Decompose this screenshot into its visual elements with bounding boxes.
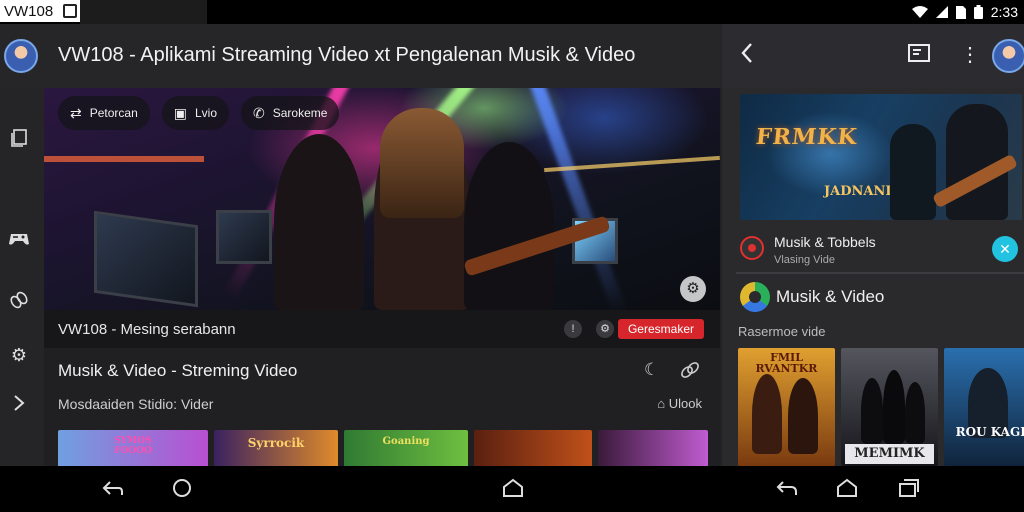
channel-subtitle: Vlasing Vide bbox=[774, 254, 835, 266]
thumbnail-title: SYMOS FOOOO bbox=[114, 436, 152, 456]
subscribe-button[interactable]: Geresmaker bbox=[617, 319, 704, 339]
performer-figure bbox=[274, 134, 364, 310]
side-rail: ⚙ bbox=[0, 88, 44, 466]
section-title: Musik & Video - Streming Video bbox=[58, 361, 298, 380]
right-panel-header: ⋮ bbox=[722, 24, 1024, 88]
bookmark-icon: ⌂ bbox=[657, 396, 666, 411]
recents-icon[interactable] bbox=[898, 478, 920, 503]
more-options-icon[interactable]: ⋮ bbox=[960, 42, 980, 67]
moon-icon[interactable]: ☾ bbox=[644, 360, 659, 380]
thumbnail-row: SYMOS FOOOO Syrrocik Goaning bbox=[58, 430, 708, 470]
laptop-image bbox=[94, 210, 198, 308]
category-row[interactable]: Musik & Video bbox=[722, 280, 1024, 320]
poster-card[interactable]: MEMIMK bbox=[841, 348, 938, 466]
gamepad-icon[interactable] bbox=[8, 228, 30, 250]
video-thumbnail[interactable]: Syrrocik bbox=[214, 430, 338, 470]
pill-label: Petorcan bbox=[89, 106, 138, 120]
back-rotate-icon[interactable] bbox=[776, 478, 798, 503]
status-bar-segment bbox=[80, 0, 207, 24]
status-app-indicator: VW108 bbox=[0, 0, 80, 22]
video-thumbnail[interactable]: Goaning bbox=[344, 430, 468, 470]
right-panel: ⋮ FRMKK JADNANIRE Musik & Tobbels Vlasin… bbox=[722, 24, 1024, 466]
pill-label: Sarokeme bbox=[272, 106, 328, 120]
hero-settings-icon[interactable]: ⚙ bbox=[680, 276, 706, 302]
pill-shuffle[interactable]: ⇄ Petorcan bbox=[58, 96, 150, 130]
hero-caption-bar: VW108 - Mesing serabann ! ⚙ Geresmaker bbox=[44, 310, 720, 348]
link-icon[interactable] bbox=[680, 360, 700, 385]
poster-card[interactable]: ROU KAGE bbox=[944, 348, 1024, 466]
video-thumbnail[interactable] bbox=[474, 430, 592, 470]
avatar[interactable] bbox=[992, 39, 1024, 73]
app-header: VW108 - Aplikami Streaming Video xt Peng… bbox=[0, 24, 722, 88]
video-thumbnail[interactable]: SYMOS FOOOO bbox=[58, 430, 208, 470]
sim-icon bbox=[955, 5, 966, 19]
performer-figure bbox=[464, 142, 554, 310]
settings-icon[interactable]: ⚙ bbox=[8, 344, 30, 366]
category-title: Musik & Video bbox=[776, 287, 885, 306]
poster-figure bbox=[883, 370, 905, 444]
back-icon[interactable] bbox=[740, 42, 754, 71]
hero-caption: VW108 - Mesing serabann bbox=[58, 321, 236, 338]
poster-card[interactable]: FMIL RVANTKR bbox=[738, 348, 835, 466]
copy-icon[interactable] bbox=[8, 128, 30, 150]
phone-icon: ✆ bbox=[253, 104, 265, 121]
wifi-icon bbox=[911, 6, 928, 18]
poster-title: MEMIMK bbox=[845, 444, 934, 464]
neon-strip bbox=[44, 156, 204, 162]
divider bbox=[736, 272, 1024, 274]
back-icon[interactable] bbox=[102, 478, 124, 503]
section-label: Rasermoe vide bbox=[738, 324, 826, 339]
hair-shape bbox=[380, 108, 464, 218]
content-section: Musik & Video - Streming Video ☾ Mosdaai… bbox=[44, 348, 720, 470]
status-right: 2:33 bbox=[911, 2, 1018, 22]
poster-title: FMIL RVANTKR bbox=[755, 351, 818, 375]
poster-figure bbox=[861, 378, 883, 444]
hero-video[interactable]: ⇄ Petorcan ▣ Lvio ✆ Sarokeme ⚙ bbox=[44, 88, 720, 310]
chevron-right-icon[interactable] bbox=[8, 394, 30, 416]
status-app-id: VW108 bbox=[4, 2, 54, 20]
channel-row[interactable]: Musik & Tobbels Vlasing Vide ✕ bbox=[722, 228, 1024, 274]
status-bar: VW108 2:33 bbox=[0, 0, 1024, 24]
pill-label: Lvio bbox=[195, 106, 218, 120]
image-icon bbox=[63, 4, 78, 18]
record-icon bbox=[740, 236, 764, 260]
poster-row: FMIL RVANTKR MEMIMK ROU KAGE bbox=[738, 348, 1024, 466]
poster-figure bbox=[905, 382, 925, 444]
video-icon: ▣ bbox=[173, 104, 187, 121]
video-thumbnail[interactable] bbox=[598, 430, 708, 470]
poster-title: ROU KAGE bbox=[955, 425, 1024, 439]
gear-icon[interactable]: ⚙ bbox=[596, 320, 614, 338]
thumbnail-title: Syrrocik bbox=[247, 436, 305, 450]
performer-figure bbox=[890, 124, 936, 220]
look-link[interactable]: ⌂ Ulook bbox=[657, 396, 702, 411]
look-link-label: Ulook bbox=[668, 396, 702, 411]
link-icon[interactable] bbox=[8, 290, 30, 312]
cast-icon[interactable] bbox=[908, 44, 930, 67]
app-title: VW108 - Aplikami Streaming Video xt Peng… bbox=[58, 44, 636, 66]
channel-title: Musik & Tobbels bbox=[774, 234, 876, 250]
pill-video[interactable]: ▣ Lvio bbox=[161, 96, 230, 130]
info-icon[interactable]: ! bbox=[564, 320, 582, 338]
thumbnail-title: Goaning bbox=[382, 436, 430, 447]
poster-figure bbox=[788, 378, 818, 454]
music-video-logo-icon bbox=[740, 282, 770, 312]
pill-phone[interactable]: ✆ Sarokeme bbox=[241, 96, 340, 130]
home-icon[interactable] bbox=[836, 478, 858, 503]
status-time: 2:33 bbox=[990, 4, 1018, 20]
monitor-image bbox=[216, 210, 272, 264]
shuffle-icon: ⇄ bbox=[70, 104, 82, 121]
battery-icon bbox=[973, 5, 983, 19]
system-nav-bar bbox=[0, 466, 1024, 512]
section-subtitle: Mosdaaiden Stidio: Vider bbox=[58, 396, 214, 412]
close-icon[interactable]: ✕ bbox=[992, 236, 1018, 262]
featured-title: FRMKK bbox=[754, 124, 859, 150]
hero-pill-row: ⇄ Petorcan ▣ Lvio ✆ Sarokeme bbox=[58, 96, 340, 130]
featured-video[interactable]: FRMKK JADNANIRE bbox=[740, 94, 1022, 220]
home-circle-icon[interactable] bbox=[172, 478, 192, 503]
app-window: VW108 - Aplikami Streaming Video xt Peng… bbox=[0, 24, 1024, 470]
signal-icon bbox=[935, 6, 948, 18]
poster-figure bbox=[752, 374, 782, 454]
avatar[interactable] bbox=[4, 39, 38, 73]
home-icon[interactable] bbox=[502, 478, 524, 503]
